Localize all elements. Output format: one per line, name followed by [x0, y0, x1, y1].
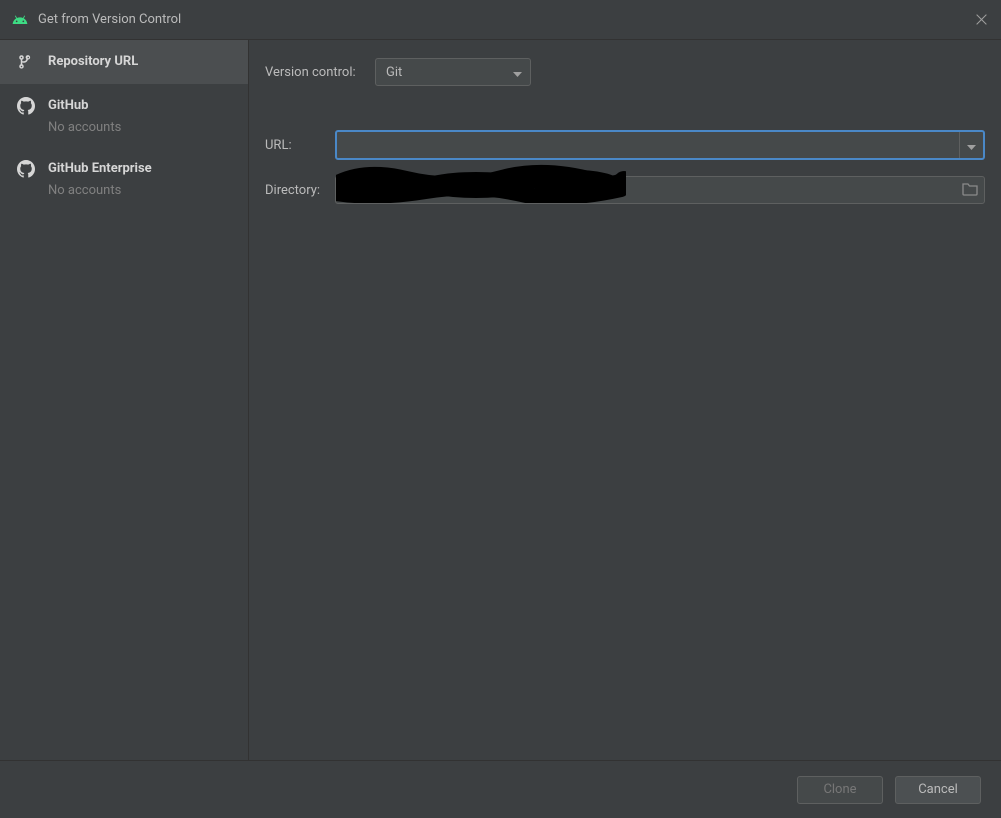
footer: Clone Cancel [0, 760, 1001, 818]
sidebar-item-repository-url[interactable]: Repository URL [0, 40, 248, 84]
close-icon[interactable] [973, 12, 989, 28]
version-control-value: Git [386, 65, 402, 80]
window-title: Get from Version Control [38, 12, 973, 27]
titlebar: Get from Version Control [0, 0, 1001, 40]
main-area: Repository URL GitHub No accounts GitHub [0, 40, 1001, 760]
url-history-dropdown[interactable] [959, 132, 983, 158]
github-icon [16, 159, 36, 179]
folder-icon [962, 181, 978, 200]
chevron-down-icon [513, 63, 522, 82]
clone-button[interactable]: Clone [797, 776, 883, 804]
directory-input[interactable] [336, 177, 956, 203]
sidebar-item-github-enterprise[interactable]: GitHub Enterprise No accounts [0, 147, 248, 210]
sidebar-item-label: GitHub Enterprise [48, 159, 152, 179]
sidebar-item-sublabel: No accounts [48, 120, 121, 135]
version-control-row: Version control: Git [265, 58, 985, 86]
url-input[interactable] [337, 132, 959, 158]
content-panel: Version control: Git URL: Directo [249, 40, 1001, 760]
sidebar-item-label: GitHub [48, 96, 121, 116]
github-icon [16, 96, 36, 116]
url-field [335, 130, 985, 160]
android-icon [12, 12, 28, 28]
sidebar-item-label: Repository URL [48, 52, 138, 72]
url-label: URL: [265, 138, 335, 153]
browse-directory-button[interactable] [956, 177, 984, 203]
chevron-down-icon [967, 136, 976, 155]
version-control-select[interactable]: Git [375, 58, 531, 86]
url-row: URL: [265, 130, 985, 160]
directory-label: Directory: [265, 183, 335, 198]
directory-field [335, 176, 985, 204]
sidebar: Repository URL GitHub No accounts GitHub [0, 40, 249, 760]
sidebar-item-github[interactable]: GitHub No accounts [0, 84, 248, 147]
directory-row: Directory: [265, 176, 985, 204]
branch-icon [16, 52, 36, 72]
sidebar-item-sublabel: No accounts [48, 183, 152, 198]
cancel-button[interactable]: Cancel [895, 776, 981, 804]
version-control-label: Version control: [265, 65, 375, 80]
